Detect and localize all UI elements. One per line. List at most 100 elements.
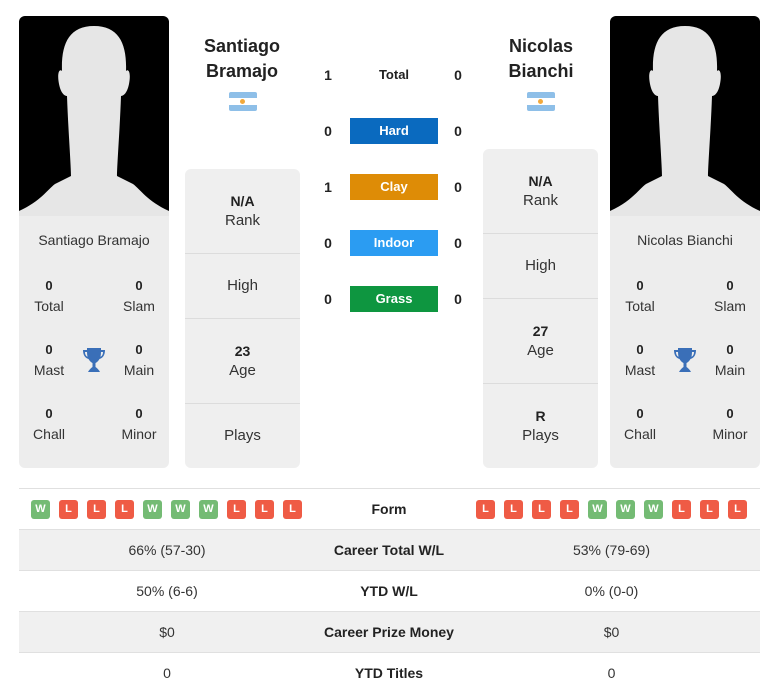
- age-label: Age: [527, 342, 554, 359]
- form-loss-badge[interactable]: L: [59, 500, 78, 519]
- h2h-row-hard: 0 Hard 0: [318, 118, 470, 144]
- form-win-badge[interactable]: W: [143, 500, 162, 519]
- form-win-badge[interactable]: W: [171, 500, 190, 519]
- trophy-icon: [83, 348, 105, 372]
- career-total-wl-label: Career Total W/L: [333, 542, 445, 558]
- titles-minor-label: Minor: [121, 426, 157, 442]
- form-loss-badge[interactable]: L: [700, 500, 719, 519]
- form-loss-badge[interactable]: L: [255, 500, 274, 519]
- h2h-right-count: 0: [454, 123, 462, 139]
- career-prize-money-row: $0 Career Prize Money $0: [19, 611, 760, 652]
- player2-name[interactable]: Nicolas Bianchi: [610, 232, 760, 248]
- titles-minor-label: Minor: [712, 426, 748, 442]
- titles-chall-value: 0: [636, 406, 644, 421]
- titles-chall-label: Chall: [624, 426, 656, 442]
- titles-mast-label: Mast: [33, 362, 65, 378]
- titles-mast-value: 0: [636, 342, 644, 357]
- form-loss-badge[interactable]: L: [87, 500, 106, 519]
- h2h-left-count: 0: [324, 291, 332, 307]
- player2-first-name: Nicolas: [508, 36, 574, 56]
- form-win-badge[interactable]: W: [644, 500, 663, 519]
- form-loss-badge[interactable]: L: [728, 500, 747, 519]
- titles-chall: 0 Chall: [19, 404, 79, 444]
- surface-grass-badge[interactable]: Grass: [350, 286, 438, 312]
- h2h-left-count: 1: [324, 179, 332, 195]
- player2-info: N/A Rank High 27 Age R Plays: [483, 149, 598, 468]
- player-silhouette-icon: [610, 26, 760, 216]
- titles-total-label: Total: [34, 298, 64, 314]
- titles-slam-label: Slam: [123, 298, 155, 314]
- h2h-row-indoor: 0 Indoor 0: [318, 230, 470, 256]
- form-loss-badge[interactable]: L: [476, 500, 495, 519]
- info-high: High: [185, 254, 300, 319]
- player1-card: Santiago Bramajo 0 Total 0 Slam 0 Mast 0…: [19, 16, 169, 468]
- form-win-badge[interactable]: W: [199, 500, 218, 519]
- argentina-flag-icon: [229, 92, 257, 111]
- ytd-titles-row: 0 YTD Titles 0: [19, 652, 760, 693]
- form-loss-badge[interactable]: L: [672, 500, 691, 519]
- form-row: WLLLWWWLLL Form LLLLWWWLLL: [19, 488, 760, 529]
- trophy-icon: [674, 348, 696, 372]
- form-win-badge[interactable]: W: [588, 500, 607, 519]
- player1-header-name[interactable]: Santiago Bramajo: [177, 34, 307, 84]
- h2h-right-count: 0: [454, 235, 462, 251]
- titles-main-label: Main: [123, 362, 155, 378]
- surface-hard-badge[interactable]: Hard: [350, 118, 438, 144]
- info-rank: N/A Rank: [185, 169, 300, 254]
- player2-header-name[interactable]: Nicolas Bianchi: [476, 34, 606, 84]
- form-loss-badge[interactable]: L: [560, 500, 579, 519]
- surface-indoor-badge[interactable]: Indoor: [350, 230, 438, 256]
- player2-career-total-wl: 53% (79-69): [572, 542, 651, 558]
- surface-total-label: Total: [378, 67, 410, 82]
- player1-name[interactable]: Santiago Bramajo: [19, 232, 169, 248]
- titles-main-label: Main: [714, 362, 746, 378]
- plays-label: Plays: [522, 427, 559, 444]
- age-value: 27: [532, 323, 549, 339]
- h2h-row-grass: 0 Grass 0: [318, 286, 470, 312]
- info-age: 27 Age: [483, 299, 598, 384]
- form-win-badge[interactable]: W: [616, 500, 635, 519]
- form-loss-badge[interactable]: L: [227, 500, 246, 519]
- info-plays: Plays: [185, 404, 300, 468]
- titles-slam: 0 Slam: [109, 276, 169, 316]
- age-label: Age: [229, 362, 256, 379]
- player2-ytd-wl: 0% (0-0): [584, 583, 639, 599]
- rank-value: N/A: [528, 173, 553, 189]
- titles-mast: 0 Mast: [19, 340, 79, 380]
- titles-total: 0 Total: [610, 276, 670, 316]
- form-loss-badge[interactable]: L: [504, 500, 523, 519]
- argentina-flag-icon: [527, 92, 555, 111]
- h2h-row-total: 1 Total 0: [318, 62, 470, 88]
- player2-ytd-titles: 0: [607, 665, 616, 681]
- ytd-wl-row: 50% (6-6) YTD W/L 0% (0-0): [19, 570, 760, 611]
- h2h-right-count: 0: [454, 67, 462, 83]
- player1-photo[interactable]: [19, 16, 169, 216]
- career-total-wl-row: 66% (57-30) Career Total W/L 53% (79-69): [19, 529, 760, 570]
- h2h-right-count: 0: [454, 291, 462, 307]
- rank-value: N/A: [230, 193, 255, 209]
- titles-minor: 0 Minor: [700, 404, 760, 444]
- h2h-left-count: 0: [324, 235, 332, 251]
- form-loss-badge[interactable]: L: [532, 500, 551, 519]
- ytd-wl-label: YTD W/L: [360, 583, 418, 599]
- titles-mast-label: Mast: [624, 362, 656, 378]
- h2h-left-count: 0: [324, 123, 332, 139]
- form-win-badge[interactable]: W: [31, 500, 50, 519]
- form-loss-badge[interactable]: L: [283, 500, 302, 519]
- titles-main: 0 Main: [109, 340, 169, 380]
- titles-minor: 0 Minor: [109, 404, 169, 444]
- player2-career-prize-money: $0: [603, 624, 620, 640]
- form-loss-badge[interactable]: L: [115, 500, 134, 519]
- titles-main: 0 Main: [700, 340, 760, 380]
- player2-photo[interactable]: [610, 16, 760, 216]
- titles-total-value: 0: [636, 278, 644, 293]
- plays-value: R: [535, 408, 546, 424]
- titles-total: 0 Total: [19, 276, 79, 316]
- player1-form: WLLLWWWLLL: [31, 500, 302, 519]
- titles-main-value: 0: [135, 342, 143, 357]
- surface-clay-badge[interactable]: Clay: [350, 174, 438, 200]
- titles-mast: 0 Mast: [610, 340, 670, 380]
- player2-last-name: Bianchi: [508, 61, 574, 81]
- info-age: 23 Age: [185, 319, 300, 404]
- titles-slam-value: 0: [135, 278, 143, 293]
